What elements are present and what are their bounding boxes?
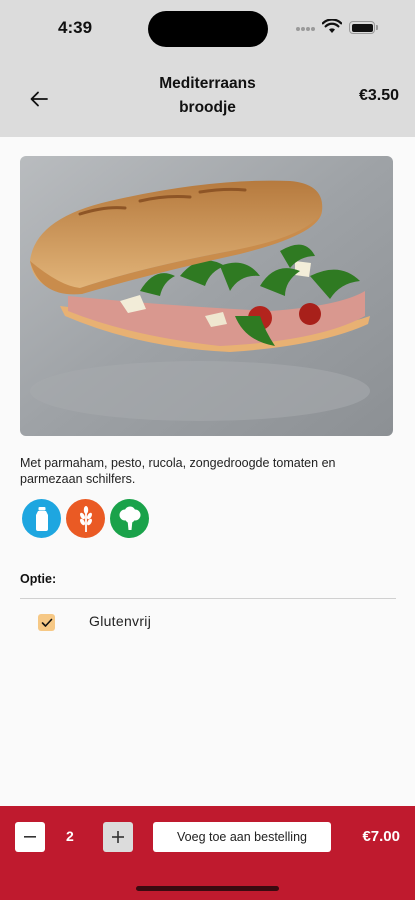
broccoli-icon [110,499,149,538]
home-indicator [136,886,279,891]
page-title-line-1: Mediterraans [159,75,256,92]
option-label: Glutenvrij [89,613,152,629]
cellular-signal-icon [296,27,316,32]
back-button[interactable] [25,85,53,113]
decrease-quantity-button[interactable] [15,822,45,852]
add-to-order-button[interactable]: Voeg toe aan bestelling [153,822,331,852]
order-total: €7.00 [362,828,400,845]
glutenvrij-checkbox[interactable] [38,614,55,631]
wheat-icon [66,499,105,538]
minus-icon [24,836,36,838]
option-row-glutenvrij[interactable]: Glutenvrij [20,606,396,636]
quantity-value: 2 [66,828,74,844]
arrow-left-icon [30,91,48,107]
milk-bottle-icon [22,499,61,538]
order-bar: 2 Voeg toe aan bestelling €7.00 [0,806,415,900]
dynamic-island [148,11,268,47]
battery-icon [349,21,378,34]
product-description: Met parmaham, pesto, rucola, zongedroogd… [20,456,336,486]
wifi-icon [322,19,342,33]
checkmark-icon [41,618,52,627]
status-bar: 4:39 [0,0,415,54]
plus-icon [112,831,124,843]
increase-quantity-button[interactable] [103,822,133,852]
options-label: Optie: [20,572,57,586]
product-price: €3.50 [358,87,399,104]
page-title: Mediterraans broodje [130,72,285,120]
product-image [20,156,393,436]
app-header: 4:39 Mediterraans broodje €3.50 [0,0,415,137]
divider [20,598,396,599]
status-time: 4:39 [58,18,93,37]
page-title-line-2: broodje [179,99,236,116]
